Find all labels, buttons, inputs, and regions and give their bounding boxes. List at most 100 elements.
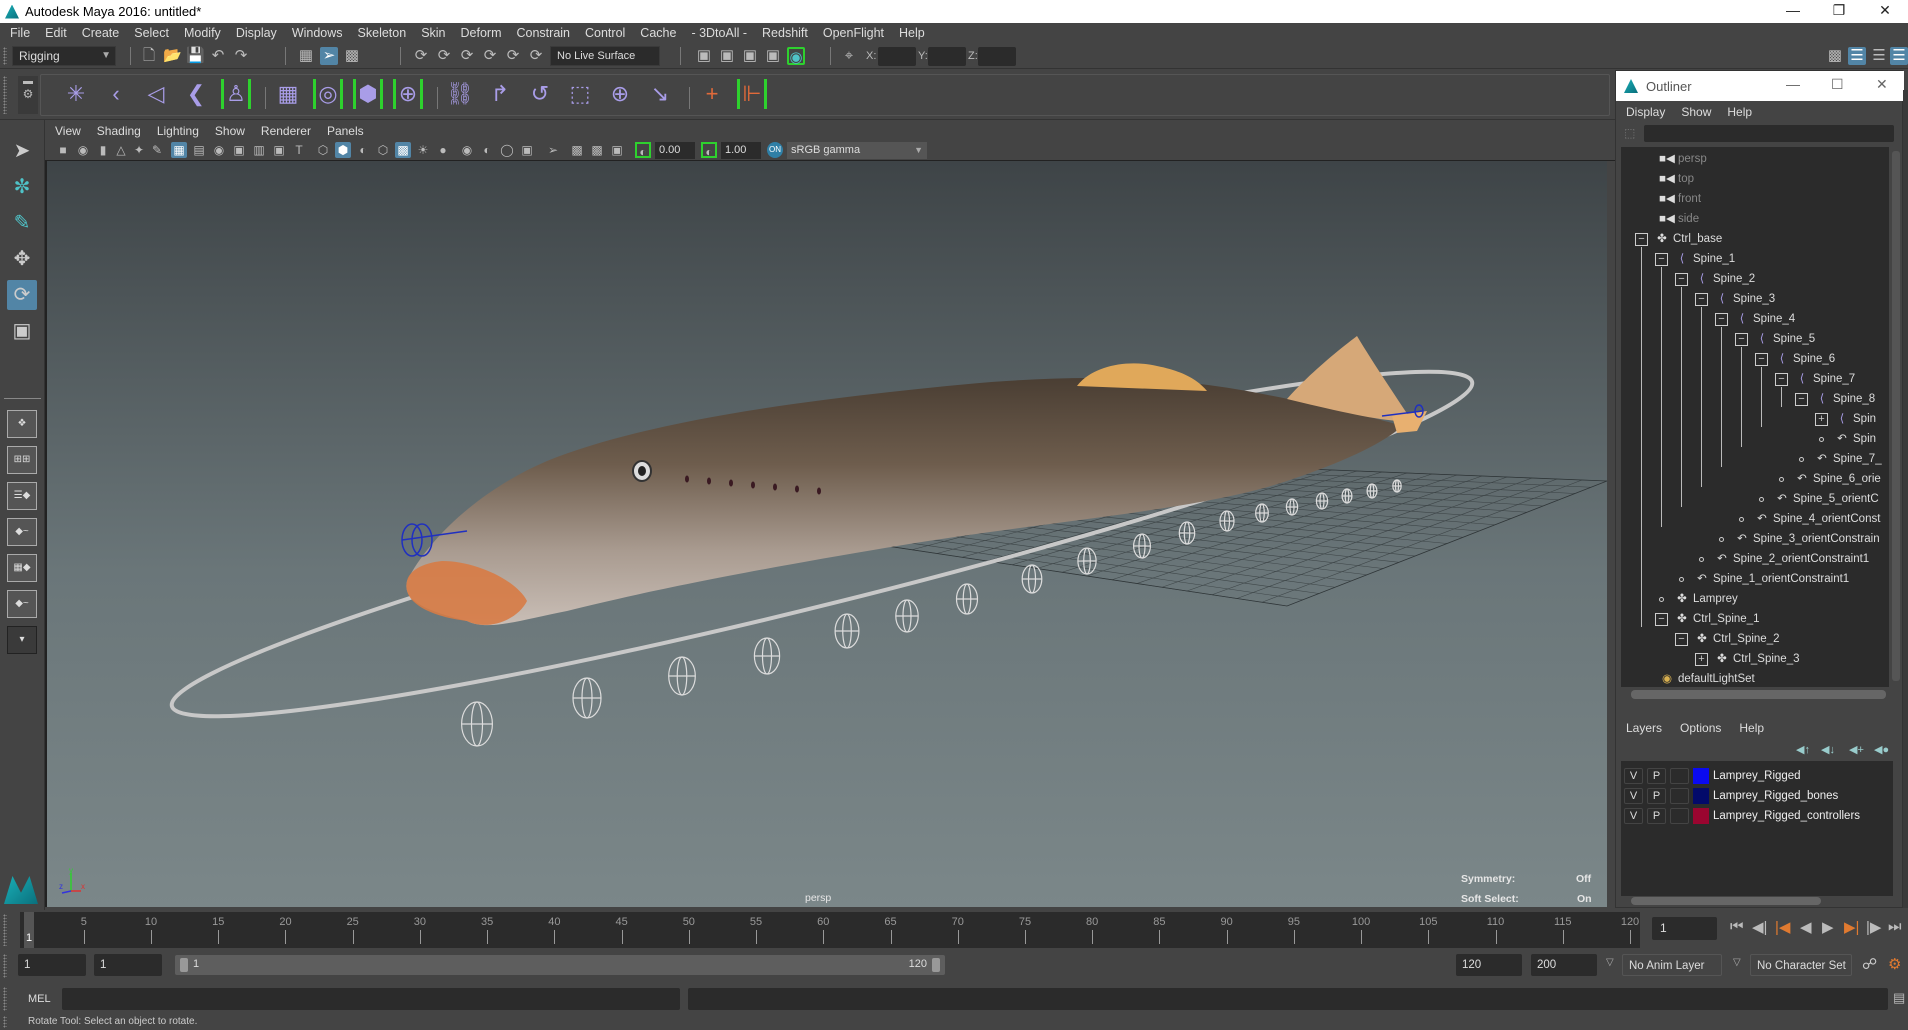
menu-create[interactable]: Create bbox=[82, 26, 120, 40]
layer-menu-options[interactable]: Options bbox=[1680, 721, 1721, 735]
smooth-bind-icon[interactable]: ◎ bbox=[313, 79, 343, 109]
hik-control-icon[interactable]: ⊩ bbox=[737, 79, 767, 109]
layer-visibility-toggle[interactable]: V bbox=[1624, 788, 1643, 804]
insert-joint-icon[interactable]: ❮ bbox=[181, 79, 211, 109]
outliner-minimize-button[interactable]: — bbox=[1786, 76, 1800, 92]
menu-modify[interactable]: Modify bbox=[184, 26, 221, 40]
bookmark-icon[interactable]: ▮ bbox=[95, 142, 111, 158]
outliner-item[interactable]: ■◀ persp bbox=[1659, 149, 1707, 169]
outliner-item[interactable]: − ⟨ Spine_1 bbox=[1655, 249, 1735, 269]
gamma-icon[interactable]: ◐ bbox=[701, 142, 717, 159]
spine-controller[interactable] bbox=[461, 701, 494, 747]
select-hierarchy-icon[interactable]: ▦ bbox=[297, 47, 315, 65]
anti-aliasing-icon[interactable]: ◯ bbox=[499, 142, 515, 158]
outliner-close-button[interactable]: ✕ bbox=[1876, 76, 1888, 93]
xray-joints-icon[interactable]: ▣ bbox=[609, 142, 625, 158]
outliner-item[interactable]: ■◀ front bbox=[1659, 189, 1701, 209]
layout-persp-outliner-button[interactable]: ☰◆ bbox=[7, 482, 37, 510]
spine-controller[interactable] bbox=[895, 599, 919, 633]
cluster-icon[interactable]: ⊕ bbox=[393, 79, 423, 109]
scale-tool-icon[interactable]: ▣ bbox=[7, 316, 37, 346]
menu-file[interactable]: File bbox=[10, 26, 30, 40]
layout-four-view-button[interactable]: ⊞⊞ bbox=[7, 446, 37, 474]
collapse-icon[interactable]: − bbox=[1635, 232, 1648, 246]
spine-controller[interactable] bbox=[1285, 498, 1299, 516]
spine-controller[interactable] bbox=[1219, 510, 1235, 532]
grease-pencil-icon[interactable]: ✎ bbox=[149, 142, 165, 158]
collapse-icon[interactable]: − bbox=[1655, 252, 1668, 266]
outliner-item[interactable]: − ✤ Ctrl_Spine_2 bbox=[1675, 629, 1779, 649]
redo-icon[interactable]: ↷ bbox=[232, 47, 250, 65]
layout-single-perspective-button[interactable]: ❖ bbox=[7, 410, 37, 438]
render-view-icon[interactable]: ▣ bbox=[695, 47, 713, 65]
outliner-item[interactable]: − ⟨ Spine_3 bbox=[1695, 289, 1775, 309]
outliner-item[interactable]: − ⟨ Spine_2 bbox=[1675, 269, 1755, 289]
color-management-toggle-icon[interactable]: ON bbox=[767, 142, 783, 158]
outliner-item[interactable]: + ✤ Ctrl_Spine_3 bbox=[1695, 649, 1799, 669]
script-language-toggle[interactable]: MEL bbox=[28, 993, 51, 1005]
render-settings-icon[interactable]: ▣ bbox=[764, 47, 782, 65]
restore-button[interactable]: ❐ bbox=[1816, 0, 1862, 23]
menu-deform[interactable]: Deform bbox=[461, 26, 502, 40]
xray-icon[interactable]: ▩ bbox=[569, 142, 585, 158]
layer-display-type-toggle[interactable] bbox=[1670, 788, 1689, 804]
outliner-item[interactable]: − ⟨ Spine_5 bbox=[1735, 329, 1815, 349]
outliner-vertical-scrollbar[interactable] bbox=[1892, 151, 1900, 681]
layer-visibility-toggle[interactable]: V bbox=[1624, 768, 1643, 784]
collapse-icon[interactable]: − bbox=[1675, 632, 1688, 646]
outliner-item[interactable]: + ⟨ Spin bbox=[1815, 409, 1876, 429]
outliner-item[interactable]: − ⟨ Spine_4 bbox=[1715, 309, 1795, 329]
menu-cache[interactable]: Cache bbox=[640, 26, 676, 40]
outliner-item[interactable]: − ⟨ Spine_7 bbox=[1775, 369, 1855, 389]
pole-vector-constraint-icon[interactable]: ↘ bbox=[645, 79, 675, 109]
outliner-maximize-button[interactable]: ☐ bbox=[1831, 76, 1844, 93]
orient-constraint-icon[interactable]: ↺ bbox=[525, 79, 555, 109]
menu-skin[interactable]: Skin bbox=[421, 26, 445, 40]
play-backwards-button[interactable]: ◀ bbox=[1800, 918, 1812, 936]
viewport-menu-panels[interactable]: Panels bbox=[327, 124, 364, 138]
snap-view-plane-icon[interactable]: ⟳ bbox=[481, 47, 499, 65]
render-current-icon[interactable]: ▣ bbox=[718, 47, 736, 65]
gamma-field[interactable]: 1.00 bbox=[721, 142, 761, 159]
auto-key-icon[interactable]: ☍ bbox=[1862, 955, 1877, 973]
close-button[interactable]: ✕ bbox=[1862, 0, 1908, 23]
outliner-item[interactable]: ↶ Spine_2_orientConstraint1 bbox=[1695, 549, 1869, 569]
spine-controller[interactable] bbox=[834, 613, 860, 649]
spine-controller[interactable] bbox=[1366, 483, 1378, 499]
animation-preferences-icon[interactable]: ⚙ bbox=[1888, 955, 1901, 973]
outliner-menu-help[interactable]: Help bbox=[1727, 105, 1752, 119]
2d-pan-zoom-icon[interactable]: ✦ bbox=[131, 142, 147, 158]
outliner-item[interactable]: ■◀ top bbox=[1659, 169, 1694, 189]
menu-redshift[interactable]: Redshift bbox=[762, 26, 808, 40]
select-component-icon[interactable]: ▩ bbox=[343, 47, 361, 65]
spine-controller[interactable] bbox=[572, 677, 602, 719]
xray-active-icon[interactable]: ▩ bbox=[589, 142, 605, 158]
transform-constraint-icon[interactable]: ⌖ bbox=[840, 47, 858, 65]
textured-icon[interactable]: ▩ bbox=[395, 142, 411, 158]
outliner-item[interactable]: − ⟨ Spine_8 bbox=[1795, 389, 1875, 409]
lattice-icon[interactable]: ⬢ bbox=[353, 79, 383, 109]
live-surface-field[interactable]: No Live Surface bbox=[550, 46, 660, 66]
step-back-frame-button[interactable]: ◀| bbox=[1752, 918, 1767, 936]
menu-3dtoall[interactable]: - 3DtoAll - bbox=[691, 26, 747, 40]
bind-skin-icon[interactable]: ♙ bbox=[221, 79, 251, 109]
side-tabs-channel-box-attribute-editor[interactable] bbox=[1903, 90, 1908, 908]
viewport-menu-shading[interactable]: Shading bbox=[97, 124, 141, 138]
collapse-icon[interactable]: − bbox=[1795, 392, 1808, 406]
field-chart-icon[interactable]: ▥ bbox=[251, 142, 267, 158]
step-forward-frame-button[interactable]: |▶ bbox=[1866, 918, 1881, 936]
exposure-field[interactable]: 0.00 bbox=[655, 142, 695, 159]
shelf-tab-menu[interactable]: ▬ ⚙ bbox=[18, 76, 38, 114]
current-frame-marker[interactable]: 1 bbox=[24, 912, 34, 948]
animation-end-field[interactable]: 200 bbox=[1531, 954, 1597, 976]
move-layer-down-icon[interactable]: ◀↓ bbox=[1821, 743, 1835, 756]
viewport-menu-renderer[interactable]: Renderer bbox=[261, 124, 311, 138]
aim-constraint-icon[interactable]: ⊕ bbox=[605, 79, 635, 109]
command-input[interactable] bbox=[62, 988, 680, 1010]
layer-color-swatch[interactable] bbox=[1693, 768, 1709, 784]
ik-handle-icon[interactable]: ‹ bbox=[101, 79, 131, 109]
expand-icon[interactable]: + bbox=[1815, 412, 1828, 426]
ipr-render-icon[interactable]: ▣ bbox=[741, 47, 759, 65]
step-back-key-button[interactable]: |◀ bbox=[1775, 918, 1790, 936]
collapse-icon[interactable]: − bbox=[1755, 352, 1768, 366]
